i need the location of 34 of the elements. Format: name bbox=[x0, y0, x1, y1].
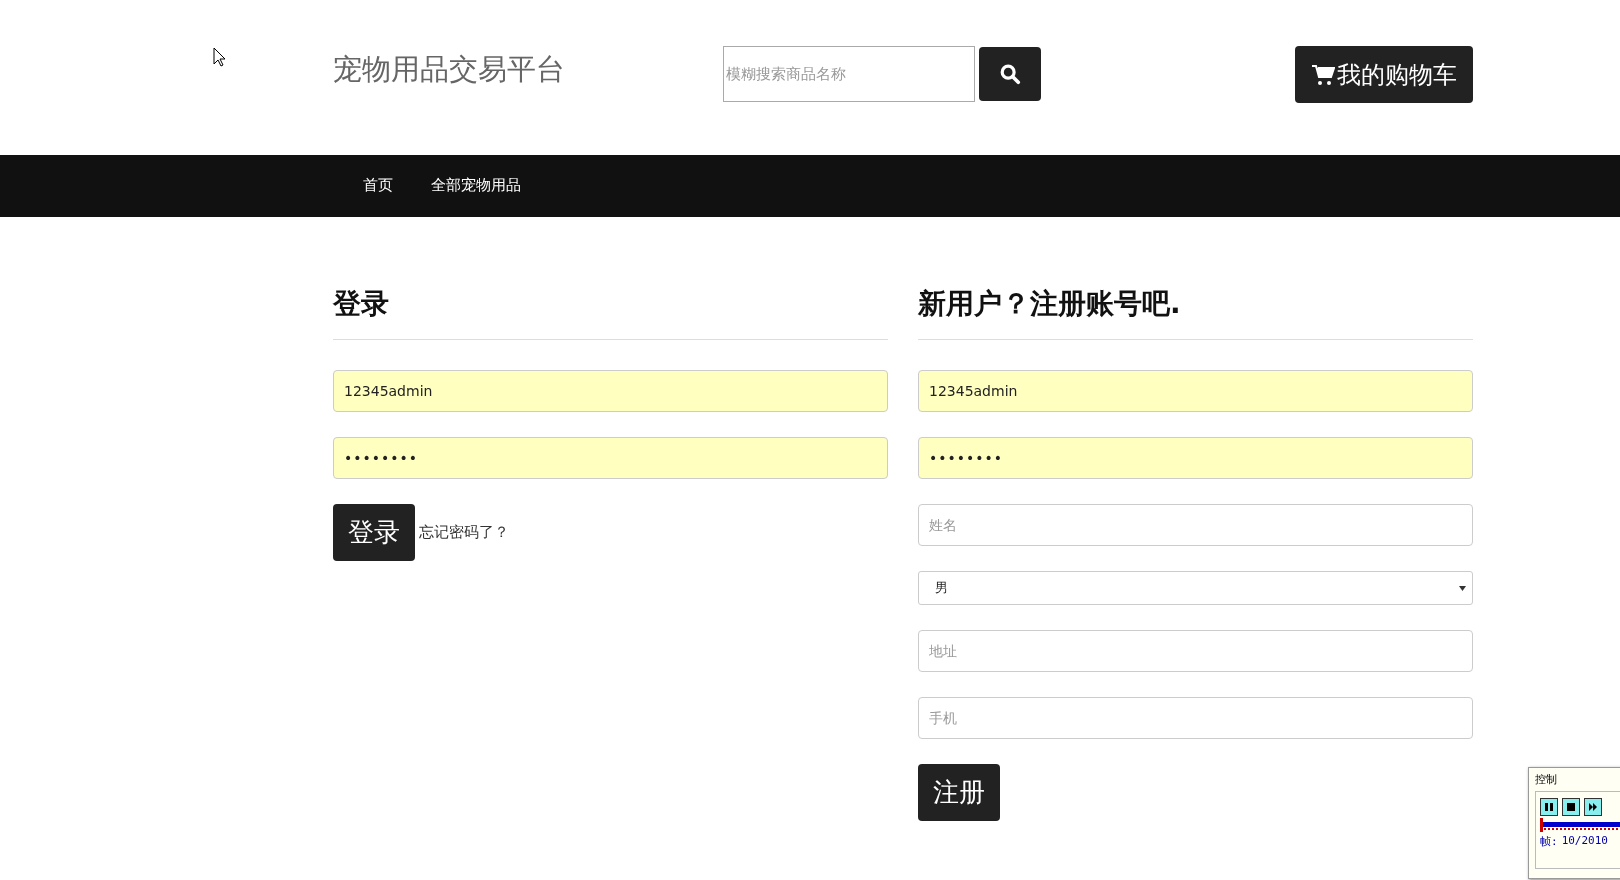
input-field[interactable]: 12345admin bbox=[918, 370, 1473, 412]
password-field[interactable]: •••••••• bbox=[918, 437, 1473, 479]
cart-icon bbox=[1311, 62, 1335, 87]
slider-thumb[interactable] bbox=[1540, 818, 1544, 832]
register-button[interactable]: 注册 bbox=[918, 764, 1000, 821]
fast-forward-button[interactable] bbox=[1584, 798, 1602, 816]
input-field[interactable]: 姓名 bbox=[918, 504, 1473, 546]
nav-link[interactable]: 全部宠物用品 bbox=[421, 167, 531, 205]
pause-icon bbox=[1545, 803, 1553, 811]
input-field[interactable]: 地址 bbox=[918, 630, 1473, 672]
search-button[interactable] bbox=[979, 47, 1041, 101]
panel-title: 控制 bbox=[1535, 772, 1557, 787]
frame-counter: 10/2010 bbox=[1561, 834, 1608, 849]
input-field[interactable]: 12345admin bbox=[333, 370, 888, 412]
fast-forward-icon bbox=[1589, 803, 1597, 811]
caret-icon bbox=[1459, 585, 1466, 591]
stop-button[interactable] bbox=[1562, 798, 1580, 816]
register-heading: 新用户？注册账号吧. bbox=[918, 285, 1473, 340]
nav-link[interactable]: 首页 bbox=[353, 167, 403, 205]
gender-select[interactable]: 男 bbox=[918, 571, 1473, 605]
search-icon bbox=[999, 63, 1021, 85]
cart-button[interactable]: 我的购物车 bbox=[1295, 46, 1473, 103]
login-button[interactable]: 登录 bbox=[333, 504, 415, 561]
stop-icon bbox=[1567, 803, 1575, 811]
forgot-password-link[interactable]: 忘记密码了？ bbox=[419, 523, 509, 542]
login-heading: 登录 bbox=[333, 285, 888, 340]
password-field[interactable]: •••••••• bbox=[333, 437, 888, 479]
input-field[interactable]: 手机 bbox=[918, 697, 1473, 739]
frame-slider[interactable] bbox=[1540, 820, 1620, 830]
frame-label: 帧: bbox=[1540, 834, 1558, 849]
site-title: 宠物用品交易平台 bbox=[333, 52, 565, 87]
search-field[interactable]: 模糊搜索商品名称 bbox=[723, 46, 975, 102]
mouse-cursor-icon bbox=[213, 47, 226, 67]
pause-button[interactable] bbox=[1540, 798, 1558, 816]
